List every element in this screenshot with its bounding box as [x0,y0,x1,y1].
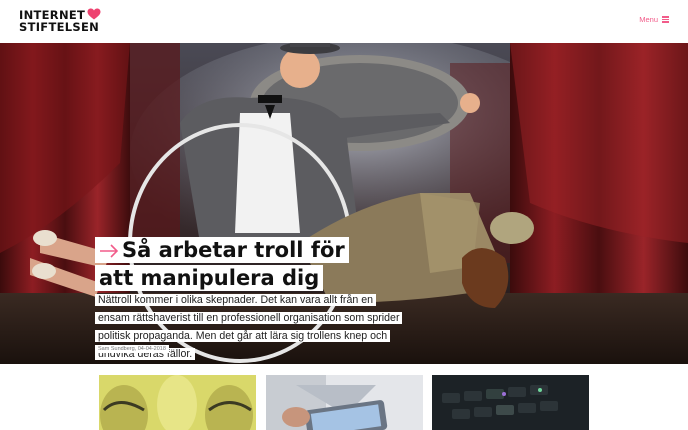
menu-button[interactable]: Menu [639,15,669,24]
site-header: INTERNET STIFTELSEN Menu [0,0,688,43]
hamburger-icon [662,16,669,23]
card-image-dark-keyboard [432,375,589,430]
article-card-3[interactable] [432,375,589,430]
hero-title-bg[interactable]: Så arbetar troll för att manipulera dig [95,237,349,291]
hero-banner[interactable]: Så arbetar troll för att manipulera dig … [0,43,688,364]
hero-title: Så arbetar troll för att manipulera dig [99,238,345,290]
card-image-yellow-faces [99,375,256,430]
hero-byline: Sam Sundberg, 04-04-2018 [95,345,169,353]
article-card-1[interactable] [99,375,256,430]
article-cards [0,364,688,430]
card-image-tablet-hands [266,375,423,430]
hero-headline-block[interactable]: Så arbetar troll för att manipulera dig [95,236,357,292]
arrow-right-icon [100,244,119,258]
logo[interactable]: INTERNET STIFTELSEN [19,8,101,34]
article-card-2[interactable] [266,375,423,430]
menu-label: Menu [639,15,658,24]
logo-line-2: STIFTELSEN [19,20,100,34]
heart-icon [87,8,101,20]
